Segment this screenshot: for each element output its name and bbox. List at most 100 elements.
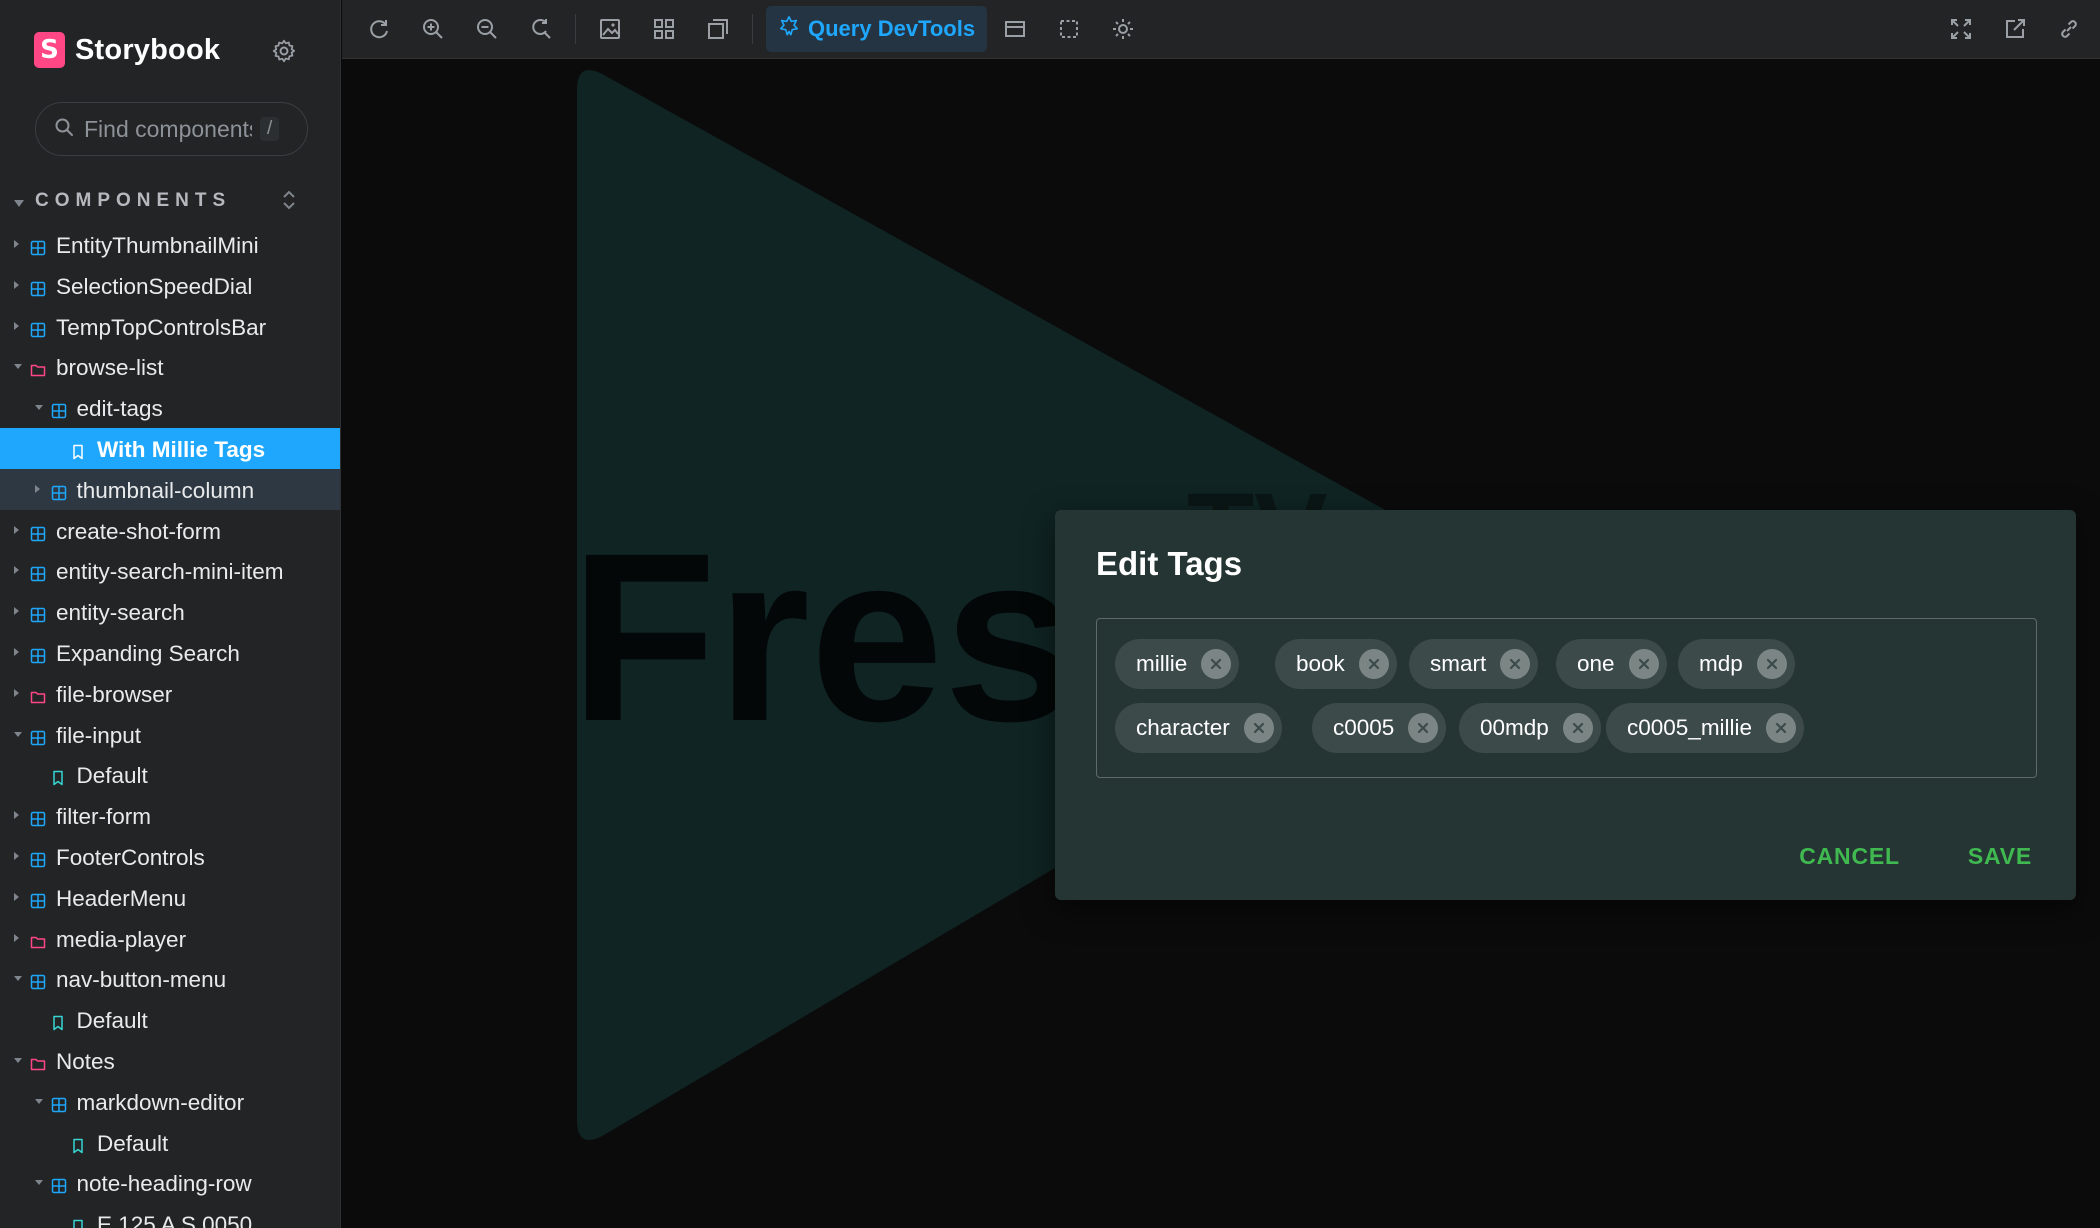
sidebar-item[interactable]: edit-tags [0, 387, 340, 428]
tag-chip[interactable]: book [1275, 639, 1397, 689]
components-section-header[interactable]: COMPONENTS [0, 185, 340, 216]
tags-input[interactable]: millie book smart one mdp character c0005 00mdp… [1096, 618, 2037, 778]
sidebar-item[interactable]: entity-search-mini-item [0, 550, 340, 591]
bookmark-icon [71, 440, 87, 460]
chevron-right-icon[interactable] [14, 280, 19, 289]
sidebar-item-label: entity-search-mini-item [56, 559, 284, 585]
sidebar-item[interactable]: note-heading-row [0, 1162, 340, 1203]
chevron-right-icon[interactable] [14, 321, 19, 330]
component-icon [30, 644, 46, 664]
brand[interactable]: S Storybook [34, 32, 220, 68]
remove-tag-icon[interactable] [1201, 649, 1232, 679]
remove-tag-icon[interactable] [1562, 713, 1593, 743]
save-button[interactable]: SAVE [1962, 839, 2038, 874]
sidebar-item[interactable]: browse-list [0, 346, 340, 387]
chevron-down-icon[interactable] [14, 1057, 22, 1063]
sidebar-item[interactable]: FooterControls [0, 836, 340, 877]
storybook-logo-icon: S [34, 32, 65, 68]
sidebar-item[interactable]: Default [0, 754, 340, 795]
chevron-right-icon[interactable] [14, 811, 19, 820]
settings-gear-icon[interactable] [267, 34, 301, 68]
sidebar-item[interactable]: file-input [0, 714, 340, 755]
sidebar-item[interactable]: media-player [0, 918, 340, 959]
reload-icon[interactable] [362, 12, 396, 46]
chevron-down-icon[interactable] [14, 731, 22, 737]
tag-chip[interactable]: c0005 [1312, 703, 1447, 753]
copy-link-icon[interactable] [2052, 12, 2086, 46]
zoom-in-icon[interactable] [416, 12, 450, 46]
chevron-right-icon[interactable] [14, 607, 19, 616]
search-placeholder: Find components [84, 115, 252, 142]
background-icon[interactable] [593, 12, 627, 46]
remove-tag-icon[interactable] [1408, 713, 1439, 743]
chevron-right-icon[interactable] [14, 933, 19, 942]
sidebar-item[interactable]: With Millie Tags [0, 427, 340, 469]
sidebar-item[interactable]: Default [0, 1122, 340, 1163]
chevron-down-icon[interactable] [14, 364, 22, 370]
zoom-out-icon[interactable] [470, 12, 504, 46]
tag-chip-label: smart [1430, 651, 1487, 676]
chevron-right-icon[interactable] [34, 484, 40, 493]
remove-tag-icon[interactable] [1358, 649, 1389, 679]
tag-chip[interactable]: mdp [1678, 639, 1795, 689]
sidebar-item[interactable]: entity-search [0, 591, 340, 632]
sidebar-item[interactable]: nav-button-menu [0, 958, 340, 999]
toolbar-divider [752, 14, 753, 44]
remove-tag-icon[interactable] [1243, 713, 1274, 743]
sidebar-item[interactable]: Default [0, 999, 340, 1040]
sidebar-item[interactable]: EntityThumbnailMini [0, 224, 340, 265]
viewport-icon[interactable] [1052, 12, 1086, 46]
sidebar-item[interactable]: TempTopControlsBar [0, 306, 340, 347]
chevron-down-icon[interactable] [14, 976, 22, 982]
cancel-button[interactable]: CANCEL [1793, 839, 1906, 874]
story-canvas: Fresh TV Edit Tags milliebooksmartonemdp… [342, 60, 2100, 1228]
tag-chip[interactable]: 00mdp [1459, 703, 1601, 753]
chevron-right-icon[interactable] [14, 851, 19, 860]
open-new-tab-icon[interactable] [1998, 12, 2032, 46]
tag-chip[interactable]: character [1115, 703, 1282, 753]
sidebar-item[interactable]: file-browser [0, 673, 340, 714]
sidebar-item[interactable]: thumbnail-column [0, 468, 340, 510]
tag-chip[interactable]: c0005_millie [1606, 703, 1805, 753]
chevron-down-icon[interactable] [34, 405, 43, 411]
query-devtools-button[interactable]: Query DevTools [766, 6, 988, 52]
sidebar-item[interactable]: markdown-editor [0, 1081, 340, 1122]
sidebar-item[interactable]: E 125 A S 0050 [0, 1203, 340, 1228]
bookmark-icon [71, 1215, 87, 1228]
expand-collapse-icon[interactable] [280, 189, 298, 216]
tag-chip[interactable]: smart [1409, 639, 1539, 689]
toolbar-divider [575, 14, 576, 44]
sidebar-item[interactable]: HeaderMenu [0, 877, 340, 918]
remove-tag-icon[interactable] [1766, 713, 1797, 743]
fullscreen-icon[interactable] [1944, 12, 1978, 46]
sidebar-item[interactable]: SelectionSpeedDial [0, 265, 340, 306]
chevron-down-icon[interactable] [34, 1180, 43, 1186]
chevron-right-icon[interactable] [14, 892, 19, 901]
component-icon [30, 848, 46, 868]
chevron-down-icon[interactable] [34, 1098, 43, 1104]
measure-icon[interactable] [998, 12, 1032, 46]
chevron-right-icon[interactable] [14, 647, 19, 656]
tag-chip-label: mdp [1699, 651, 1743, 676]
chevron-right-icon[interactable] [14, 688, 19, 697]
theme-icon[interactable] [1106, 12, 1140, 46]
chevron-right-icon[interactable] [14, 566, 19, 575]
component-icon [30, 970, 46, 990]
sidebar-item[interactable]: Expanding Search [0, 632, 340, 673]
grid-icon[interactable] [647, 12, 681, 46]
outline-icon[interactable] [701, 12, 735, 46]
sidebar: S Storybook Find components / COMPONENTS… [0, 0, 341, 1228]
search-input[interactable]: Find components / [35, 102, 308, 156]
sidebar-item[interactable]: filter-form [0, 795, 340, 836]
sidebar-item-label: thumbnail-column [76, 477, 255, 503]
chevron-right-icon[interactable] [14, 525, 19, 534]
tag-chip[interactable]: millie [1115, 639, 1240, 689]
remove-tag-icon[interactable] [1500, 649, 1531, 679]
remove-tag-icon[interactable] [1756, 649, 1787, 679]
sidebar-item[interactable]: Notes [0, 1040, 340, 1081]
sidebar-item[interactable]: create-shot-form [0, 510, 340, 551]
remove-tag-icon[interactable] [1628, 649, 1659, 679]
tag-chip[interactable]: one [1556, 639, 1667, 689]
chevron-right-icon[interactable] [14, 240, 19, 248]
zoom-reset-icon[interactable] [524, 12, 558, 46]
